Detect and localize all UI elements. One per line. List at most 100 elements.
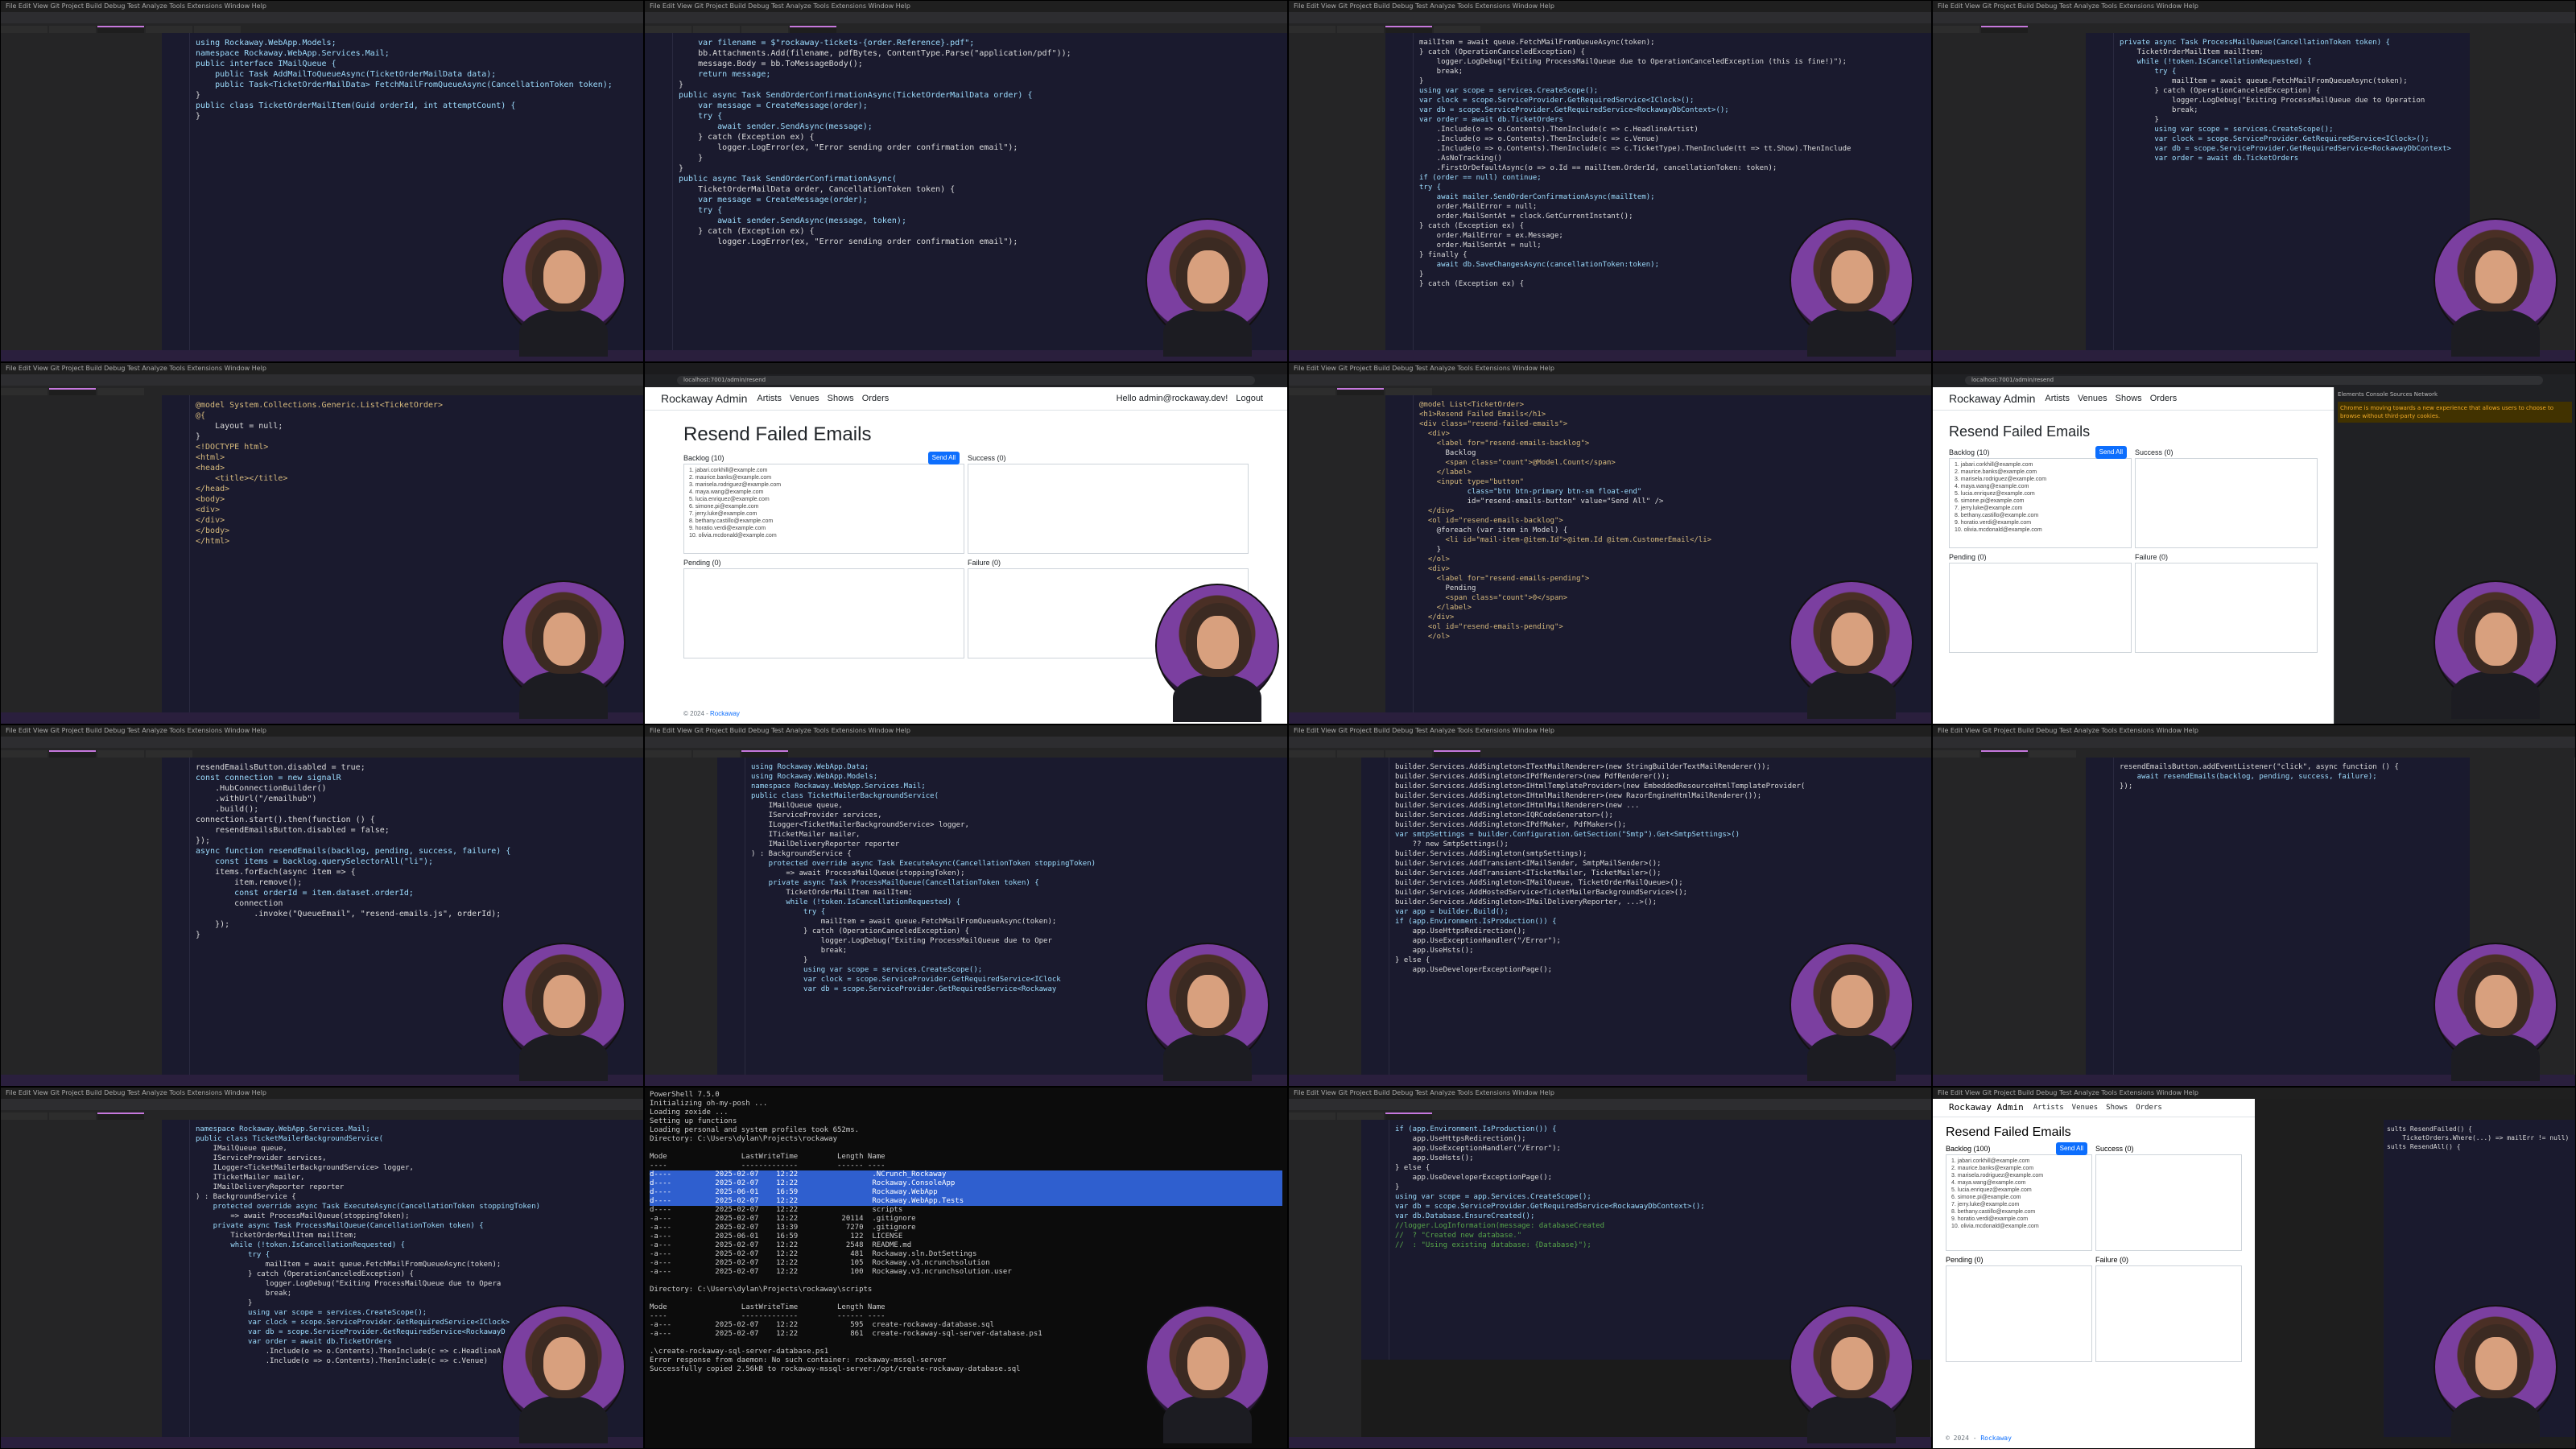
code-line[interactable]: protected override async Task ExecuteAsy… bbox=[751, 859, 1281, 869]
code-line[interactable]: async function resendEmails(backlog, pen… bbox=[196, 846, 637, 857]
code-line[interactable]: namespace Rockaway.WebApp.Services.Mail; bbox=[751, 782, 1281, 791]
code-line[interactable]: connection bbox=[196, 898, 637, 909]
code-line[interactable]: builder.Services.AddSingleton<IHtmlMailR… bbox=[1395, 791, 1925, 801]
solution-explorer[interactable] bbox=[1, 33, 163, 350]
site-brand[interactable]: Rockaway Admin bbox=[661, 387, 747, 410]
editor-tabs[interactable] bbox=[1933, 748, 2575, 760]
editor-tabs[interactable] bbox=[645, 748, 1287, 760]
code-line[interactable]: @model List<TicketOrder> bbox=[1419, 400, 1925, 410]
code-line[interactable]: => await ProcessMailQueue(stoppingToken)… bbox=[751, 869, 1281, 878]
nav-artists[interactable]: Artists bbox=[757, 387, 782, 410]
code-line[interactable]: .Include(o => o.Contents).ThenInclude(c … bbox=[1419, 144, 1925, 154]
code-line[interactable]: } catch (OperationCanceledException) { bbox=[1419, 47, 1925, 57]
code-line[interactable]: } bbox=[679, 153, 1281, 163]
nav-shows[interactable]: Shows bbox=[2106, 1099, 2128, 1117]
editor-tabs[interactable] bbox=[1289, 1110, 1931, 1122]
code-line[interactable]: bb.Attachments.Add(filename, pdfBytes, C… bbox=[679, 48, 1281, 59]
code-line[interactable]: builder.Services.AddSingleton<IPdfRender… bbox=[1395, 772, 1925, 782]
code-line[interactable]: mailItem = await queue.FetchMailFromQueu… bbox=[2120, 76, 2464, 86]
code-line[interactable]: using Rockaway.WebApp.Models; bbox=[751, 772, 1281, 782]
code-line[interactable]: } catch (OperationCanceledException) { bbox=[751, 927, 1281, 936]
code-line[interactable]: ) : BackgroundService { bbox=[196, 1192, 637, 1202]
code-line[interactable]: </head> bbox=[196, 484, 637, 494]
code-line[interactable]: </body> bbox=[196, 526, 637, 536]
code-line[interactable]: IMailQueue queue, bbox=[751, 801, 1281, 811]
code-line[interactable]: builder.Services.AddTransient<IMailSende… bbox=[1395, 859, 1925, 869]
code-line[interactable]: ILogger<TicketMailerBackgroundService> l… bbox=[751, 820, 1281, 830]
editor-tabs[interactable] bbox=[1, 748, 643, 760]
menu-bar[interactable]: File Edit View Git Project Build Debug T… bbox=[1289, 725, 1931, 737]
code-line[interactable]: var message = CreateMessage(order); bbox=[679, 101, 1281, 111]
code-line[interactable]: <!DOCTYPE html> bbox=[196, 442, 637, 452]
code-text[interactable]: @model System.Collections.Generic.List<T… bbox=[196, 400, 637, 547]
code-line[interactable]: public async Task SendOrderConfirmationA… bbox=[679, 90, 1281, 101]
code-line[interactable]: } bbox=[1419, 76, 1925, 86]
code-line[interactable]: TicketOrderMailItem mailItem; bbox=[2120, 47, 2464, 57]
nav-venues[interactable]: Venues bbox=[790, 387, 819, 410]
code-line[interactable]: private async Task ProcessMailQueue(Canc… bbox=[2120, 38, 2464, 47]
editor-tabs[interactable] bbox=[1933, 23, 2575, 35]
code-line[interactable]: app.UseHttpsRedirection(); bbox=[1395, 1134, 1925, 1144]
code-line[interactable]: <input type="button" bbox=[1419, 477, 1925, 487]
backlog-list[interactable]: 1. jabari.corkhill@example.com 2. maurice… bbox=[1946, 1154, 2092, 1251]
code-line[interactable]: //logger.LogInformation(message: databas… bbox=[1395, 1221, 1925, 1231]
code-line[interactable]: try { bbox=[196, 1250, 637, 1260]
code-line[interactable]: <span class="count">@Model.Count</span> bbox=[1419, 458, 1925, 468]
code-line[interactable]: var order = await db.TicketOrders bbox=[2120, 154, 2464, 163]
code-line[interactable]: } bbox=[196, 930, 637, 940]
solution-explorer[interactable] bbox=[1933, 33, 2087, 350]
code-line[interactable]: resendEmailsButton.disabled = false; bbox=[196, 825, 637, 836]
code-line[interactable]: </label> bbox=[1419, 468, 1925, 477]
code-line[interactable]: var db = scope.ServiceProvider.GetRequir… bbox=[2120, 144, 2464, 154]
code-line[interactable]: while (!token.IsCancellationRequested) { bbox=[2120, 57, 2464, 67]
code-line[interactable]: using Rockaway.WebApp.Data; bbox=[751, 762, 1281, 772]
code-line[interactable]: .AsNoTracking() bbox=[1419, 154, 1925, 163]
code-line[interactable]: mailItem = await queue.FetchMailFromQueu… bbox=[751, 917, 1281, 927]
code-line[interactable]: TicketOrders.Where(...) => mailErr != nu… bbox=[2387, 1133, 2569, 1142]
code-text[interactable]: sults ResendFailed() { TicketOrders.Wher… bbox=[2387, 1125, 2569, 1151]
code-line[interactable]: const items = backlog.querySelectorAll("… bbox=[196, 857, 637, 867]
code-line[interactable]: break; bbox=[2120, 105, 2464, 115]
code-line[interactable]: <h1>Resend Failed Emails</h1> bbox=[1419, 410, 1925, 419]
code-line[interactable]: } bbox=[196, 90, 637, 101]
code-line[interactable]: var message = CreateMessage(order); bbox=[679, 195, 1281, 205]
menu-bar[interactable]: File Edit View Git Project Build Debug T… bbox=[1, 725, 643, 737]
code-line[interactable]: resendEmailsButton.disabled = true; bbox=[196, 762, 637, 773]
code-text[interactable]: resendEmailsButton.disabled = true; const… bbox=[196, 762, 637, 940]
code-line[interactable]: builder.Services.AddSingleton<IQRCodeGen… bbox=[1395, 811, 1925, 820]
nav-user[interactable]: Hello admin@rockaway.dev! bbox=[1117, 387, 1228, 410]
code-line[interactable]: } else { bbox=[1395, 1163, 1925, 1173]
code-line[interactable]: private async Task ProcessMailQueue(Canc… bbox=[751, 878, 1281, 888]
code-line[interactable]: builder.Services.AddSingleton<IMailQueue… bbox=[1395, 878, 1925, 888]
editor-tabs[interactable] bbox=[1, 23, 643, 35]
menu-bar[interactable]: File Edit View Git Project Build Debug T… bbox=[645, 1, 1287, 12]
editor-tabs[interactable] bbox=[1289, 386, 1931, 398]
code-line[interactable]: @foreach (var item in Model) { bbox=[1419, 526, 1925, 535]
code-line[interactable]: .HubConnectionBuilder() bbox=[196, 783, 637, 794]
code-line[interactable]: public interface IMailQueue { bbox=[196, 59, 637, 69]
code-line[interactable]: } bbox=[196, 111, 637, 122]
code-line[interactable]: Layout = null; bbox=[196, 421, 637, 431]
address-bar[interactable]: localhost:7001/admin/resend bbox=[1965, 376, 2543, 385]
code-line[interactable]: message.Body = bb.ToMessageBody(); bbox=[679, 59, 1281, 69]
code-line[interactable]: return message; bbox=[679, 69, 1281, 80]
code-line[interactable]: builder.Services.AddSingleton<IPdfMaker,… bbox=[1395, 820, 1925, 830]
solution-explorer[interactable] bbox=[1289, 395, 1386, 712]
editor-tabs[interactable] bbox=[1, 386, 643, 398]
code-line[interactable]: public class TicketMailerBackgroundServi… bbox=[751, 791, 1281, 801]
code-line[interactable]: protected override async Task ExecuteAsy… bbox=[196, 1202, 637, 1212]
code-line[interactable]: if (order == null) continue; bbox=[1419, 173, 1925, 183]
code-line[interactable]: builder.Services.AddSingleton(smtpSettin… bbox=[1395, 849, 1925, 859]
code-line[interactable]: resendEmailsButton.addEventListener("cli… bbox=[2120, 762, 2464, 772]
code-line[interactable]: var filename = $"rockaway-tickets-{order… bbox=[679, 38, 1281, 48]
code-line[interactable]: using var scope = services.CreateScope()… bbox=[2120, 125, 2464, 134]
code-line[interactable]: <title></title> bbox=[196, 473, 637, 484]
nav-artists[interactable]: Artists bbox=[2033, 1099, 2064, 1117]
code-line[interactable]: } bbox=[1395, 1183, 1925, 1192]
footer-link[interactable]: Rockaway bbox=[1980, 1435, 2012, 1442]
nav-orders[interactable]: Orders bbox=[2136, 1099, 2162, 1117]
solution-explorer[interactable] bbox=[1, 1120, 163, 1437]
code-line[interactable]: } bbox=[196, 431, 637, 442]
address-bar[interactable]: localhost:7001/admin/resend bbox=[677, 376, 1255, 385]
code-line[interactable]: <ol id="resend-emails-backlog"> bbox=[1419, 516, 1925, 526]
